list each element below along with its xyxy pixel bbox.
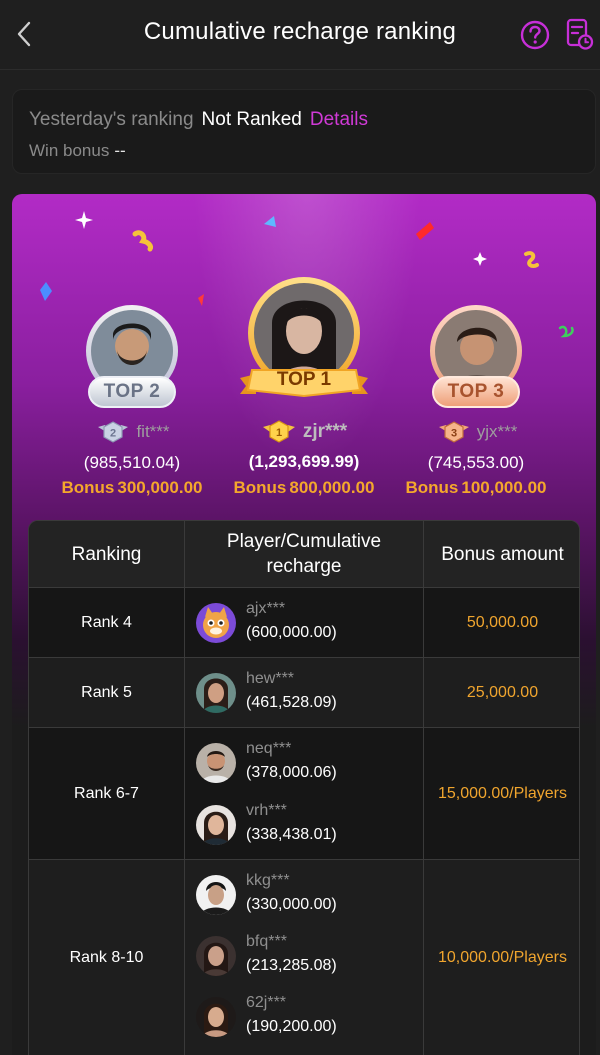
top1-ribbon: TOP 1 bbox=[238, 364, 370, 400]
player-amount: (213,285.08) bbox=[246, 957, 337, 974]
player-name: bfq*** bbox=[246, 933, 287, 950]
table-row: Rank 5 hew*** (461,528.09) 25,000.00 bbox=[29, 658, 579, 728]
top1-bonus-word: Bonus bbox=[233, 478, 287, 497]
table-header: Ranking Player/Cumulative recharge Bonus… bbox=[29, 521, 579, 588]
page-title: Cumulative recharge ranking bbox=[143, 18, 457, 45]
player-amount: (378,000.06) bbox=[246, 764, 337, 781]
player-name: vrh*** bbox=[246, 802, 287, 819]
player-name: neq*** bbox=[246, 740, 292, 757]
record-clock-icon bbox=[566, 18, 594, 50]
bonus-amount: 15,000.00/Players bbox=[438, 784, 567, 802]
top3-bonus-word: Bonus bbox=[405, 478, 459, 497]
help-button[interactable] bbox=[518, 18, 552, 52]
player-name: hew*** bbox=[246, 670, 295, 687]
bonus-amount: 10,000.00/Players bbox=[438, 949, 567, 966]
header-bonus: Bonus amount bbox=[441, 543, 564, 565]
player-amount: (600,000.00) bbox=[246, 624, 337, 641]
player-entry: vrh*** (338,438.01) bbox=[196, 802, 421, 848]
players-cell: neq*** (378,000.06) vrh*** (338,438.01) bbox=[185, 728, 424, 859]
top-bar: Cumulative recharge ranking bbox=[0, 0, 600, 70]
bonus-amount: 25,000.00 bbox=[466, 683, 539, 701]
top2-player-name: fit*** bbox=[136, 422, 170, 441]
top1-badge: TOP 1 bbox=[276, 369, 332, 390]
header-ranking: Ranking bbox=[29, 521, 185, 587]
top1-recharge-amount: (1,293,699.99) bbox=[248, 452, 360, 471]
svg-text:1: 1 bbox=[276, 427, 282, 439]
top2-bonus-value: 300,000.00 bbox=[117, 478, 203, 497]
avatar bbox=[196, 673, 236, 713]
rank-label: Rank 4 bbox=[29, 588, 185, 657]
top2-badge: TOP 2 bbox=[88, 376, 176, 408]
player-entry: bfq*** (213,285.08) bbox=[196, 933, 421, 979]
players-cell: ajx*** (600,000.00) bbox=[185, 588, 424, 657]
top3-recharge-amount: (745,553.00) bbox=[427, 453, 525, 472]
players-cell: kkg*** (330,000.00) bfq*** (213,285.08) bbox=[185, 860, 424, 1055]
yesterday-ranking-value: Not Ranked bbox=[201, 109, 302, 130]
player-entry: neq*** (378,000.06) bbox=[196, 740, 421, 786]
history-button[interactable] bbox=[564, 17, 594, 51]
medal-icon: 3 bbox=[438, 421, 469, 443]
top3-bonus: Bonus 100,000.00 bbox=[392, 478, 560, 498]
win-bonus-value: -- bbox=[114, 141, 126, 160]
top3-badge: TOP 3 bbox=[432, 376, 520, 408]
table-row: Rank 8-10 kkg*** (330,000.00) bfq*** (21… bbox=[29, 860, 579, 1055]
top2-bonus-word: Bonus bbox=[61, 478, 115, 497]
player-entry: 62j*** (190,200.00) bbox=[196, 994, 421, 1040]
avatar bbox=[196, 936, 236, 976]
player-amount: (338,438.01) bbox=[246, 826, 337, 843]
avatar bbox=[196, 743, 236, 783]
player-name: kkg*** bbox=[246, 872, 290, 889]
avatar bbox=[196, 603, 236, 643]
players-cell: hew*** (461,528.09) bbox=[185, 658, 424, 727]
avatar bbox=[196, 805, 236, 845]
ranking-table: Ranking Player/Cumulative recharge Bonus… bbox=[28, 520, 580, 1055]
medal-icon: 2 bbox=[98, 421, 129, 443]
top2-recharge-amount: (985,510.04) bbox=[83, 453, 181, 472]
win-bonus-row: Win bonus -- bbox=[29, 141, 126, 161]
avatar bbox=[196, 997, 236, 1037]
top1-bonus: Bonus 800,000.00 bbox=[216, 478, 392, 498]
player-amount: (330,000.00) bbox=[246, 896, 337, 913]
svg-text:3: 3 bbox=[451, 428, 457, 440]
rank-label: Rank 8-10 bbox=[29, 860, 185, 1055]
header-player: Player/Cumulative recharge bbox=[185, 521, 424, 587]
top3-bonus-value: 100,000.00 bbox=[461, 478, 547, 497]
top1-bonus-value: 800,000.00 bbox=[289, 478, 375, 497]
player-name: ajx*** bbox=[246, 600, 286, 617]
yesterday-ranking-card: Yesterday's ranking Not Ranked Details Win… bbox=[12, 89, 596, 174]
top3-name-row: 3 yjx*** bbox=[402, 420, 552, 444]
top2-name-row: 2 fit*** bbox=[58, 420, 208, 444]
rank-label: Rank 5 bbox=[29, 658, 185, 727]
top1-player-name: zjr*** bbox=[302, 421, 348, 442]
top3-player-name: yjx*** bbox=[476, 422, 518, 441]
svg-text:2: 2 bbox=[110, 428, 116, 440]
player-entry: kkg*** (330,000.00) bbox=[196, 872, 421, 918]
player-entry: hew*** (461,528.09) bbox=[196, 670, 421, 716]
player-name: 62j*** bbox=[246, 994, 287, 1011]
player-amount: (461,528.09) bbox=[246, 694, 337, 711]
avatar bbox=[196, 875, 236, 915]
bonus-amount: 50,000.00 bbox=[466, 613, 539, 631]
details-link[interactable]: Details bbox=[310, 109, 368, 130]
table-row: Rank 4 ajx*** (600,000.00) 50,000.00 bbox=[29, 588, 579, 658]
top1-name-row: 1 zjr*** bbox=[228, 419, 380, 445]
rank-label: Rank 6-7 bbox=[29, 728, 185, 859]
yesterday-ranking-label: Yesterday's ranking bbox=[29, 109, 194, 130]
help-circle-icon bbox=[520, 20, 550, 50]
yesterday-ranking-row: Yesterday's ranking Not Ranked Details bbox=[29, 109, 368, 131]
player-entry: ajx*** (600,000.00) bbox=[196, 600, 421, 646]
win-bonus-label: Win bonus bbox=[29, 141, 110, 160]
player-amount: (190,200.00) bbox=[246, 1018, 337, 1035]
table-row: Rank 6-7 neq*** (378,000.06) vrh*** (338… bbox=[29, 728, 579, 860]
top2-bonus: Bonus 300,000.00 bbox=[48, 478, 216, 498]
medal-icon: 1 bbox=[262, 420, 295, 443]
